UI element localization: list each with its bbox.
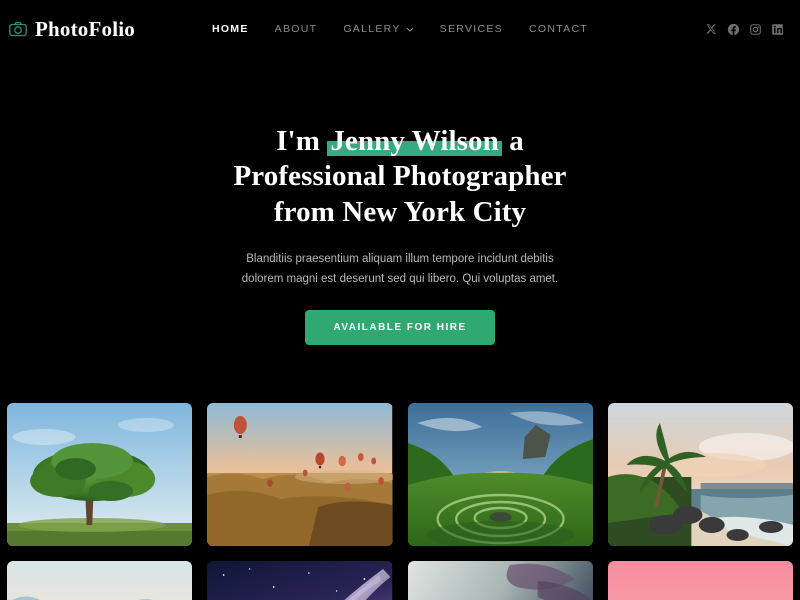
nav-label: CONTACT <box>528 23 589 35</box>
nav-item-gallery[interactable]: GALLERY <box>343 23 414 35</box>
photo-hot-air-balloons[interactable] <box>207 403 393 547</box>
nav-item-about[interactable]: ABOUT <box>275 23 318 35</box>
linkedin-icon[interactable] <box>771 23 784 36</box>
nav-label: HOME <box>211 23 249 35</box>
nav-label: ABOUT <box>274 23 318 35</box>
nav-label: SERVICES <box>439 23 503 35</box>
facebook-icon[interactable] <box>727 23 740 36</box>
photo-image <box>607 561 793 600</box>
camera-icon <box>8 19 28 39</box>
photo-misty-valley[interactable] <box>7 561 193 600</box>
hero-title-after: a <box>501 125 524 157</box>
page-title: I'm Jenny Wilson a Professional Photogra… <box>0 124 800 230</box>
photo-fairy-glen[interactable] <box>407 403 593 547</box>
photo-image <box>7 403 193 547</box>
gallery-grid <box>0 403 800 600</box>
photo-tropical-beach[interactable] <box>607 403 793 547</box>
photo-image <box>207 403 393 547</box>
hero-description: Blanditiis praesentium aliquam illum tem… <box>241 253 559 286</box>
photo-image <box>407 561 593 600</box>
photo-lone-tree[interactable] <box>7 403 193 547</box>
main-nav: HOME ABOUT GALLERY SERVICES CONTACT <box>212 23 588 35</box>
social-links <box>705 23 784 36</box>
brand-name: PhotoFolio <box>35 16 135 41</box>
hero-title-line2: Professional Photographer <box>233 160 567 193</box>
hero-title-before: I'm <box>276 125 328 157</box>
photo-image <box>407 403 593 547</box>
instagram-icon[interactable] <box>749 23 762 36</box>
chevron-down-icon <box>406 27 414 32</box>
photo-image <box>207 561 393 600</box>
photo-pink-sunset[interactable] <box>607 561 793 600</box>
hero-title-highlight: Jenny Wilson <box>327 124 502 159</box>
x-icon[interactable] <box>705 23 718 36</box>
photo-image <box>7 561 193 600</box>
photo-image <box>607 403 793 547</box>
nav-label: GALLERY <box>343 23 401 35</box>
brand-logo[interactable]: PhotoFolio <box>8 16 135 41</box>
nav-item-services[interactable]: SERVICES <box>440 23 503 35</box>
hero-section: I'm Jenny Wilson a Professional Photogra… <box>0 58 800 346</box>
photo-rolling-hills[interactable] <box>407 561 593 600</box>
photo-milky-way[interactable] <box>207 561 393 600</box>
available-for-hire-button[interactable]: Available for hire <box>305 310 495 346</box>
site-header: PhotoFolio HOME ABOUT GALLERY SERVICES C… <box>0 0 800 58</box>
nav-item-home[interactable]: HOME <box>212 23 249 35</box>
nav-item-contact[interactable]: CONTACT <box>529 23 588 35</box>
hero-title-line3: from New York City <box>273 195 527 228</box>
